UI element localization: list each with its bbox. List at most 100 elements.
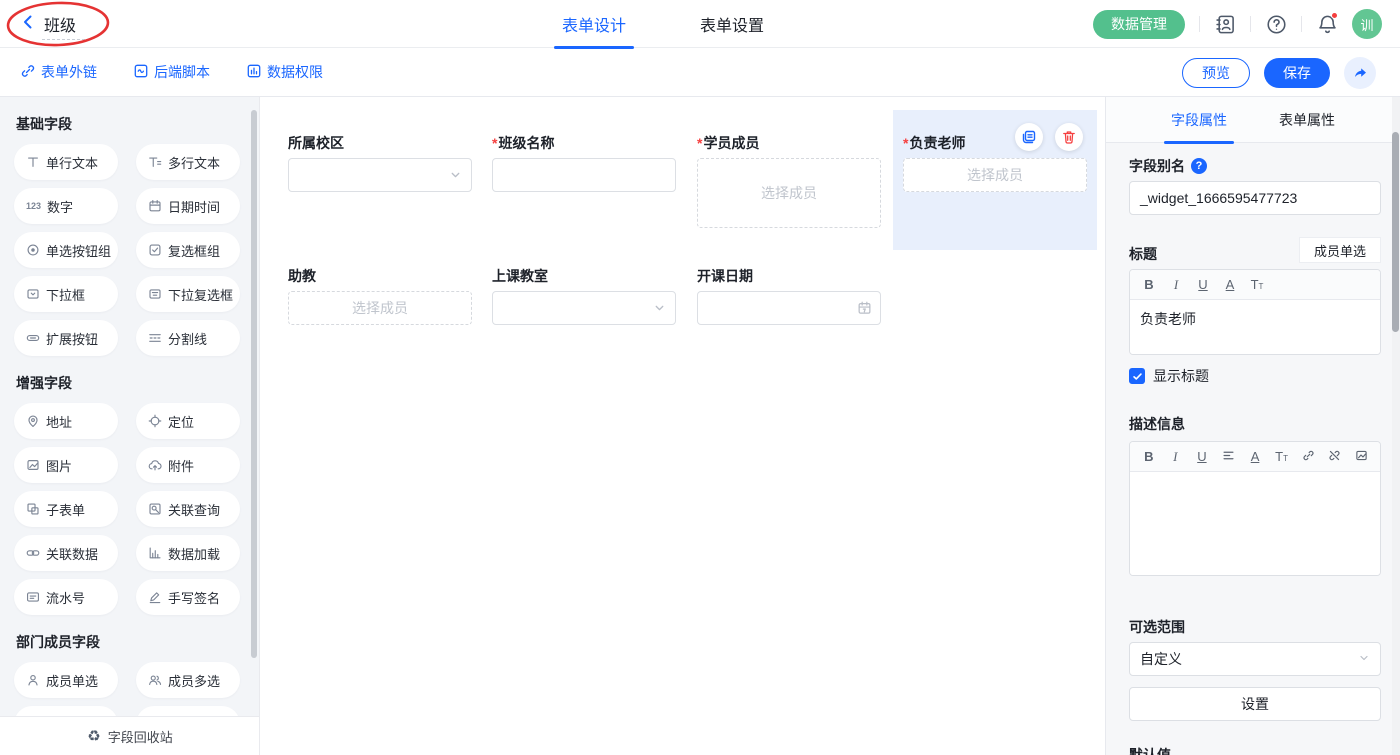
- sidebar-item-label: 多行文本: [168, 153, 220, 172]
- multiselect-icon: [148, 287, 162, 301]
- sidebar-item-linked-query[interactable]: 关联查询: [136, 491, 240, 527]
- field-control-member-picker[interactable]: 选择成员: [288, 291, 472, 325]
- align-button[interactable]: [1222, 449, 1236, 464]
- italic-button[interactable]: I: [1169, 278, 1183, 291]
- form-designer-app: 班级 表单设计 表单设置 数据管理 训: [0, 0, 1400, 755]
- bold-button[interactable]: B: [1142, 450, 1156, 463]
- sidebar-item-checkbox-group[interactable]: 复选框组: [136, 232, 240, 268]
- chevron-down-icon: [653, 302, 666, 315]
- form-field-campus[interactable]: 所属校区: [288, 133, 472, 192]
- sidebar-item-address[interactable]: 地址: [14, 403, 118, 439]
- save-button[interactable]: 保存: [1264, 58, 1330, 88]
- sidebar-item-multi-text[interactable]: 多行文本: [136, 144, 240, 180]
- radio-icon: [26, 243, 40, 257]
- page-scrollbar-thumb[interactable]: [1392, 132, 1399, 332]
- description-editor: BIU A TT: [1129, 441, 1381, 576]
- description-label: 描述信息: [1129, 414, 1185, 434]
- sidebar-item-divider[interactable]: 分割线: [136, 320, 240, 356]
- field-label: *学员成员: [697, 133, 881, 153]
- multi-text-icon: [148, 155, 162, 169]
- sidebar-item-serial-number[interactable]: 流水号: [14, 579, 118, 615]
- linked-query-icon: [148, 502, 162, 516]
- field-control-select[interactable]: [288, 158, 472, 192]
- form-field-start-date[interactable]: 开课日期: [697, 266, 881, 325]
- script-icon: [133, 63, 149, 82]
- form-external-link[interactable]: 表单外链: [20, 62, 97, 82]
- share-button[interactable]: [1344, 57, 1376, 89]
- notification-bell-icon[interactable]: [1316, 13, 1338, 35]
- sidebar-item-datetime[interactable]: 日期时间: [136, 188, 240, 224]
- sidebar-item-linked-data[interactable]: 关联数据: [14, 535, 118, 571]
- contacts-icon[interactable]: [1214, 13, 1236, 35]
- font-size-button[interactable]: TT: [1250, 278, 1264, 291]
- tab-form-settings[interactable]: 表单设置: [698, 12, 766, 36]
- form-field-teacher[interactable]: *负责老师选择成员: [903, 133, 1087, 192]
- field-control-member-picker[interactable]: 选择成员: [697, 158, 881, 228]
- data-manage-button[interactable]: 数据管理: [1093, 10, 1185, 39]
- sidebar-item-data-load[interactable]: 数据加载: [136, 535, 240, 571]
- sidebar-item-member-single[interactable]: 成员单选: [14, 662, 118, 698]
- field-label: *负责老师: [903, 133, 1087, 153]
- tab-field-properties[interactable]: 字段属性: [1171, 110, 1227, 130]
- data-permission-link[interactable]: 数据权限: [246, 62, 323, 82]
- underline-button[interactable]: U: [1196, 278, 1210, 291]
- sidebar-item-number[interactable]: 123数字: [14, 188, 118, 224]
- preview-button[interactable]: 预览: [1182, 58, 1250, 88]
- font-color-button[interactable]: A: [1223, 278, 1237, 291]
- sidebar-scrollbar[interactable]: [251, 110, 257, 658]
- alias-help-icon[interactable]: ?: [1191, 158, 1207, 174]
- avatar[interactable]: 训: [1352, 9, 1382, 39]
- description-editor-content[interactable]: [1130, 472, 1380, 575]
- selected-field-card-teacher[interactable]: *负责老师选择成员: [893, 110, 1097, 250]
- title-editor-content[interactable]: 负责老师: [1130, 300, 1380, 354]
- sidebar-item-label: 扩展按钮: [46, 329, 98, 348]
- back-button[interactable]: 班级: [20, 12, 76, 36]
- calendar-icon: [857, 301, 872, 316]
- member-picker-placeholder: 选择成员: [761, 183, 817, 203]
- separator: [1250, 16, 1251, 32]
- tab-form-properties[interactable]: 表单属性: [1279, 110, 1335, 130]
- field-control-input[interactable]: [492, 158, 676, 192]
- field-alias-input[interactable]: _widget_1666595477723: [1129, 181, 1381, 215]
- sidebar-item-single-text[interactable]: 单行文本: [14, 144, 118, 180]
- form-field-classroom[interactable]: 上课教室: [492, 266, 676, 325]
- settings-button[interactable]: 设置: [1129, 687, 1381, 721]
- backend-script-link[interactable]: 后端脚本: [133, 62, 210, 82]
- bold-button[interactable]: B: [1142, 278, 1156, 291]
- sidebar-item-location[interactable]: 定位: [136, 403, 240, 439]
- field-alias-label: 字段别名 ?: [1129, 156, 1207, 176]
- field-recycle-bin[interactable]: ♻ 字段回收站: [0, 716, 260, 755]
- field-control-member-picker[interactable]: 选择成员: [903, 158, 1087, 192]
- sidebar-item-signature[interactable]: 手写签名: [136, 579, 240, 615]
- field-control-select[interactable]: [492, 291, 676, 325]
- insert-image-button[interactable]: [1355, 449, 1369, 464]
- help-icon[interactable]: [1265, 13, 1287, 35]
- form-field-students[interactable]: *学员成员选择成员: [697, 133, 881, 228]
- member-multi-icon: [148, 673, 162, 687]
- sidebar-item-extend-button[interactable]: 扩展按钮: [14, 320, 118, 356]
- font-color-button[interactable]: A: [1248, 450, 1262, 463]
- form-canvas[interactable]: 所属校区*班级名称*学员成员选择成员*负责老师选择成员助教选择成员上课教室开课日…: [260, 97, 1105, 755]
- selectable-range-select[interactable]: 自定义: [1129, 642, 1381, 676]
- tab-form-design[interactable]: 表单设计: [560, 12, 628, 36]
- sidebar-item-image[interactable]: 图片: [14, 447, 118, 483]
- sidebar-item-radio-group[interactable]: 单选按钮组: [14, 232, 118, 268]
- data-load-icon: [148, 546, 162, 560]
- font-size-button[interactable]: TT: [1275, 450, 1289, 463]
- notification-dot: [1331, 12, 1338, 19]
- field-control-date[interactable]: [697, 291, 881, 325]
- sidebar-item-multi-select[interactable]: 下拉复选框: [136, 276, 240, 312]
- sidebar-item-member-multi[interactable]: 成员多选: [136, 662, 240, 698]
- show-title-checkbox[interactable]: 显示标题: [1129, 366, 1209, 386]
- remove-link-button[interactable]: [1328, 449, 1342, 464]
- sidebar-item-attachment[interactable]: 附件: [136, 447, 240, 483]
- sidebar-item-select[interactable]: 下拉框: [14, 276, 118, 312]
- form-field-class-name[interactable]: *班级名称: [492, 133, 676, 192]
- form-field-assistant[interactable]: 助教选择成员: [288, 266, 472, 325]
- sidebar-item-subform[interactable]: 子表单: [14, 491, 118, 527]
- italic-button[interactable]: I: [1169, 450, 1183, 463]
- insert-link-button[interactable]: [1301, 449, 1315, 464]
- sidebar-item-label: 分割线: [168, 329, 207, 348]
- sidebar-section-title: 增强字段: [16, 373, 245, 393]
- underline-button[interactable]: U: [1195, 450, 1209, 463]
